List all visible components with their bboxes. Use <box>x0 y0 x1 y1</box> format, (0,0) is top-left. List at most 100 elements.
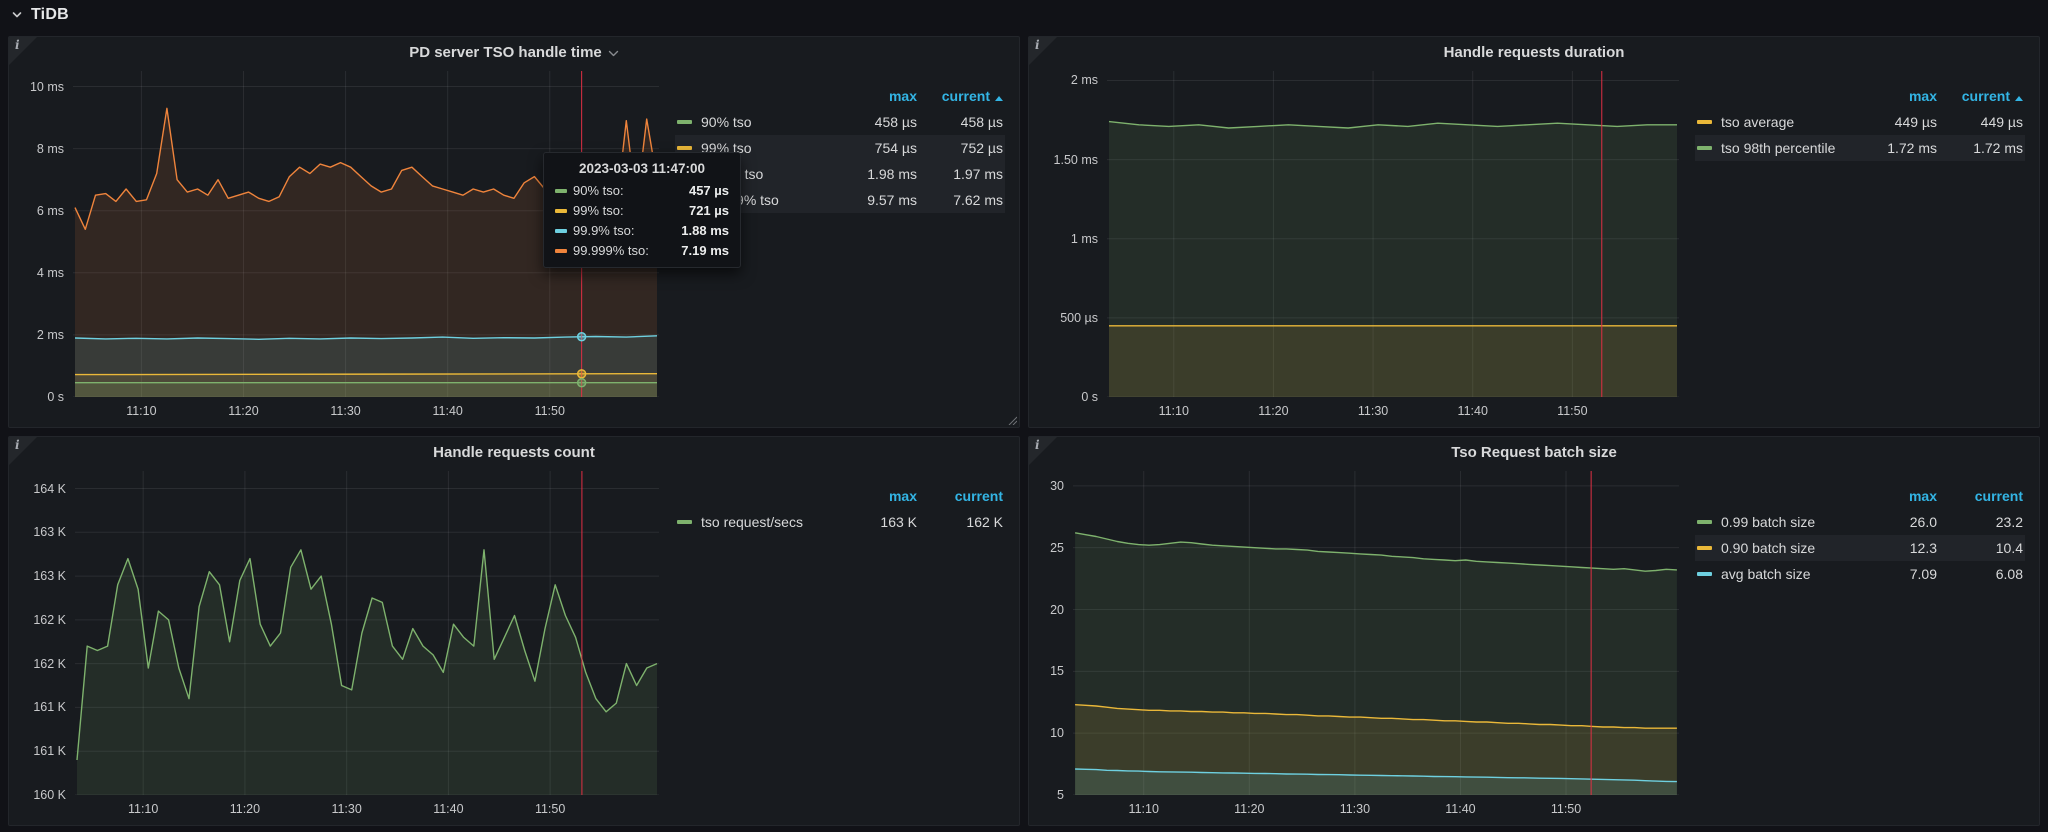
chart-plot[interactable] <box>1073 471 1679 795</box>
legend-series-name[interactable]: 0.90 batch size <box>1721 540 1815 556</box>
panel-handle-requests-duration: i Handle requests duration 2 ms 1.50 ms 1 … <box>1028 36 2040 428</box>
legend-current-value: 1.97 ms <box>953 166 1003 182</box>
legend-sort-current[interactable]: current <box>919 83 1005 109</box>
chart-plot[interactable] <box>75 471 659 795</box>
series-color-dash[interactable] <box>677 120 692 125</box>
panel-grid: i PD server TSO handle time 10 ms 8 ms 6 m… <box>8 36 2040 826</box>
legend-sort-max[interactable]: max <box>1853 83 1939 109</box>
legend-row: avg batch size 7.09 6.08 <box>1695 561 2025 587</box>
legend-series-name[interactable]: tso average <box>1721 114 1794 130</box>
legend-max-value: 754 µs <box>874 140 917 156</box>
legend-series-name[interactable]: tso request/secs <box>701 514 803 530</box>
legend-sort-current[interactable]: current <box>1939 83 2025 109</box>
legend-current-value: 6.08 <box>1995 566 2023 582</box>
legend-row: 0.90 batch size 12.3 10.4 <box>1695 535 2025 561</box>
series-color-dash[interactable] <box>1697 146 1712 151</box>
legend-sort-max[interactable]: max <box>833 483 919 509</box>
panel-title[interactable]: PD server TSO handle time <box>9 37 1019 67</box>
panel-handle-requests-count: i Handle requests count 164 K 163 K 163 K1… <box>8 436 1020 826</box>
y-tick-label: 30 <box>1050 478 1064 493</box>
y-tick-label: 2 ms <box>36 327 64 342</box>
tooltip-row: 99.9% tso: 1.88 ms <box>555 223 729 238</box>
legend: max current 0.99 batch size 26.0 23.2 0.90 ba… <box>1679 471 2029 819</box>
legend-max-value: 458 µs <box>874 114 917 130</box>
y-tick-label: 164 K <box>33 481 66 496</box>
legend-max-value: 449 µs <box>1894 114 1937 130</box>
panel-pd-server-tso-handle-time: i PD server TSO handle time 10 ms 8 ms 6 m… <box>8 36 1020 428</box>
legend-row: tso 98th percentile 1.72 ms 1.72 ms <box>1695 135 2025 161</box>
row-collapse-chevron-icon[interactable] <box>10 8 24 22</box>
y-tick-label: 163 K <box>33 569 66 584</box>
series-color-dash[interactable] <box>1697 572 1712 577</box>
x-tick-label: 11:50 <box>534 802 566 816</box>
series-color-dash[interactable] <box>1697 520 1712 525</box>
y-tick-label: 6 ms <box>36 203 64 218</box>
legend-sort-current[interactable]: current <box>919 483 1005 509</box>
x-tick-label: 11:40 <box>432 404 463 418</box>
legend-series-name[interactable]: 90% tso <box>701 114 752 130</box>
series-color-dash[interactable] <box>677 520 692 525</box>
panel-tso-request-batch-size: i Tso Request batch size 30 25 20 15 10 5 11:… <box>1028 436 2040 826</box>
legend-sort-current[interactable]: current <box>1939 483 2025 509</box>
legend-series-name[interactable]: 0.99 batch size <box>1721 514 1815 530</box>
legend-sort-max[interactable]: max <box>1853 483 1939 509</box>
tooltip-row: 99.999% tso: 7.19 ms <box>555 243 729 258</box>
chart-svg <box>75 471 659 795</box>
panel-title[interactable]: Handle requests duration <box>1029 37 2039 67</box>
row-title[interactable]: TiDB <box>31 6 69 24</box>
y-axis: 10 ms 8 ms 6 ms 4 ms 2 ms 0 s <box>17 71 73 404</box>
chart-svg <box>1107 71 1679 397</box>
legend-current-value: 449 µs <box>1980 114 2023 130</box>
x-tick-label: 11:50 <box>1557 404 1588 418</box>
legend: max current tso average 449 µs 449 µs tso 98t… <box>1679 71 2029 421</box>
y-tick-label: 161 K <box>33 700 66 715</box>
y-axis: 30 25 20 15 10 5 <box>1037 471 1073 802</box>
x-axis: 11:10 11:20 11:30 11:40 11:50 <box>17 795 659 819</box>
legend-series-name[interactable]: tso 98th percentile <box>1721 140 1835 156</box>
legend-max-value: 9.57 ms <box>867 192 917 208</box>
legend-current-value: 10.4 <box>1995 540 2023 556</box>
legend-current-value: 1.72 ms <box>1973 140 2023 156</box>
x-tick-label: 11:30 <box>1339 802 1371 816</box>
sort-ascending-icon <box>995 96 1003 101</box>
panel-menu-caret-icon[interactable] <box>608 50 619 57</box>
x-tick-label: 11:10 <box>1128 802 1159 816</box>
chart-svg <box>1073 471 1679 795</box>
legend-max-value: 1.72 ms <box>1887 140 1937 156</box>
y-tick-label: 163 K <box>33 525 66 540</box>
legend-series-name[interactable]: avg batch size <box>1721 566 1811 582</box>
legend-max-value: 7.09 <box>1909 566 1937 582</box>
panel-resize-handle[interactable] <box>1007 415 1017 425</box>
graph-hover-tooltip: 2023-03-03 11:47:00 90% tso: 457 µs 99% … <box>543 152 741 268</box>
series-color-dash[interactable] <box>1697 546 1712 551</box>
y-tick-label: 500 µs <box>1060 310 1098 325</box>
chart-plot[interactable] <box>1107 71 1679 397</box>
y-tick-label: 162 K <box>33 656 66 671</box>
legend-row: 0.99 batch size 26.0 23.2 <box>1695 509 2025 535</box>
legend-max-value: 163 K <box>880 514 917 530</box>
y-axis: 2 ms 1.50 ms 1 ms 500 µs 0 s <box>1037 71 1107 404</box>
x-tick-label: 11:10 <box>127 802 159 816</box>
dashboard-row-header[interactable]: TiDB <box>0 0 2048 30</box>
panel-title[interactable]: Handle requests count <box>9 437 1019 467</box>
series-color-dash[interactable] <box>1697 120 1712 125</box>
legend-max-value: 26.0 <box>1909 514 1937 530</box>
y-axis: 164 K 163 K 163 K 162 K 162 K 161 K 161 K 160 K <box>17 471 75 803</box>
legend-table: max current 0.99 batch size 26.0 23.2 0.90 ba… <box>1695 483 2025 587</box>
legend-current-value: 162 K <box>966 514 1003 530</box>
panel-title[interactable]: Tso Request batch size <box>1029 437 2039 467</box>
legend: max current tso request/secs 163 K 162 K <box>659 471 1009 819</box>
y-tick-label: 10 ms <box>29 79 64 94</box>
legend-sort-max[interactable]: max <box>833 83 919 109</box>
y-tick-label: 161 K <box>33 744 66 759</box>
series-color-dash[interactable] <box>677 146 692 151</box>
x-tick-label: 11:40 <box>433 802 464 816</box>
x-tick-label: 11:20 <box>228 404 259 418</box>
legend-current-value: 23.2 <box>1995 514 2023 530</box>
legend-row: tso request/secs 163 K 162 K <box>675 509 1005 535</box>
x-tick-label: 11:50 <box>1550 802 1582 816</box>
y-tick-label: 10 <box>1050 726 1064 741</box>
x-tick-label: 11:10 <box>1158 404 1189 418</box>
y-tick-label: 25 <box>1050 540 1064 555</box>
y-tick-label: 20 <box>1050 602 1064 617</box>
